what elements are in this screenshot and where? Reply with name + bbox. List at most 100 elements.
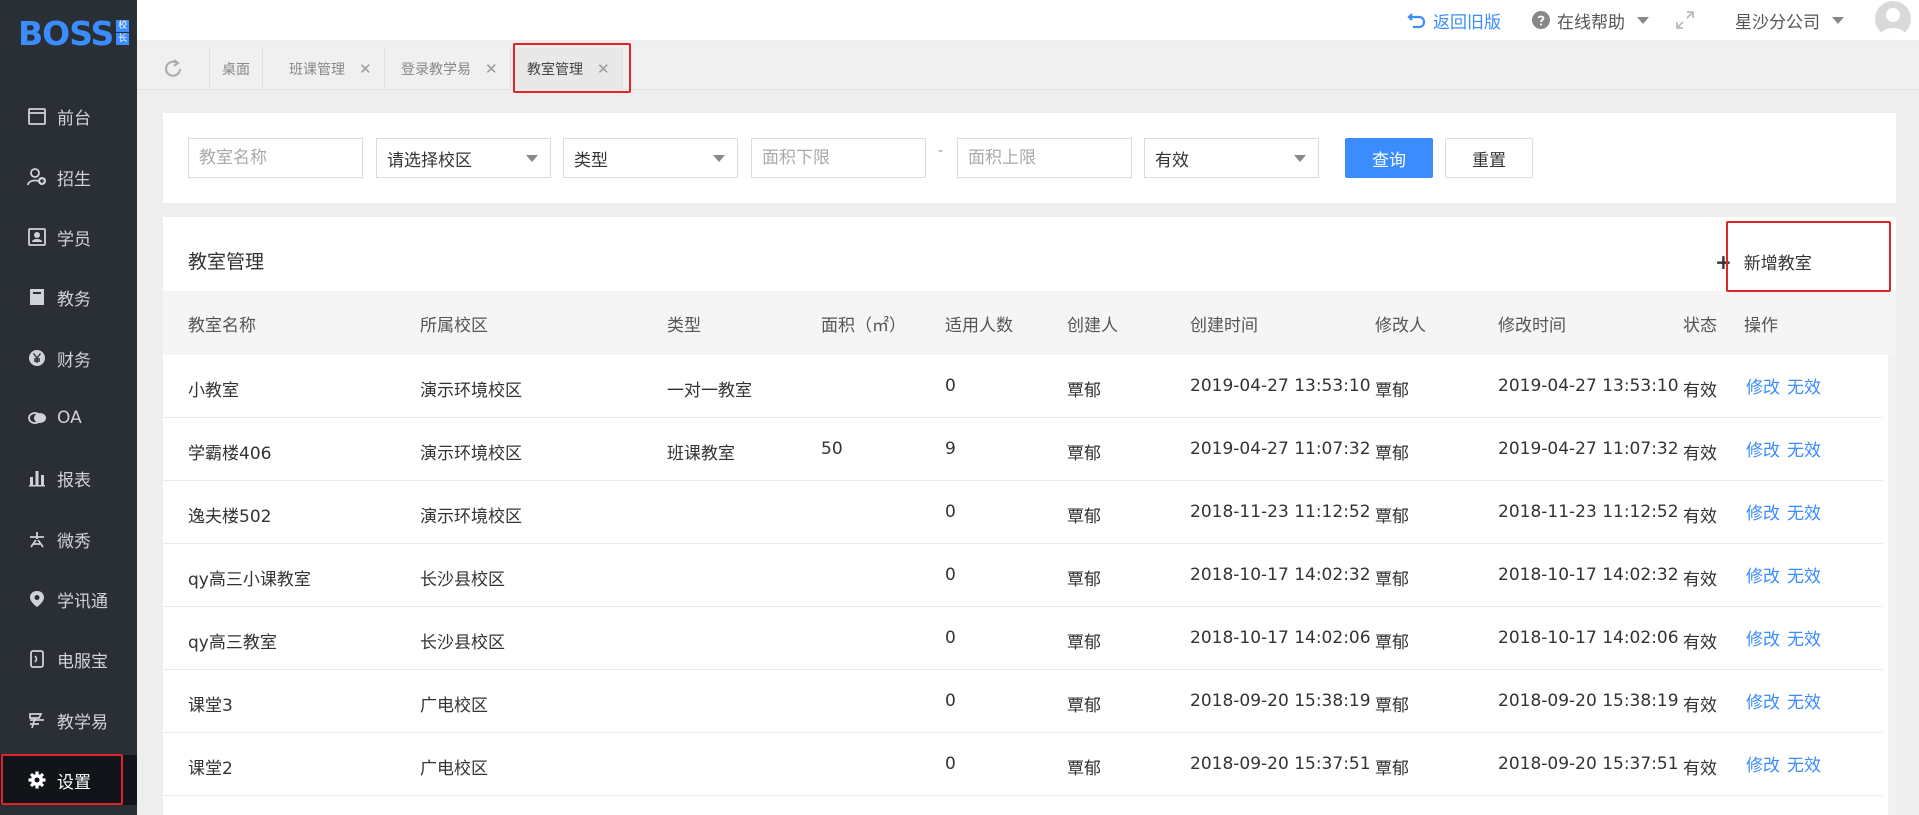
tab-bar: 桌面 班课管理 ✕ 登录教学易 ✕ 教室管理 ✕ xyxy=(137,48,1919,90)
table-cell: 0 xyxy=(945,376,956,396)
sidebar-item-finance[interactable]: 财务 xyxy=(0,333,137,383)
close-icon[interactable]: ✕ xyxy=(359,60,372,78)
column-header: 教室名称 xyxy=(188,316,256,336)
sidebar-item-front-desk[interactable]: 前台 xyxy=(0,91,137,141)
edit-link[interactable]: 修改 xyxy=(1746,688,1780,713)
sidebar-item-settings[interactable]: 设置 xyxy=(0,755,137,805)
campus-select[interactable]: 请选择校区 xyxy=(376,138,551,178)
table-cell: 0 xyxy=(945,565,956,585)
table-row: 课堂2 广电校区 0 覃郁 2018-09-20 15:37:51 覃郁 2018-09-2… xyxy=(163,733,1883,796)
sidebar-item-jiaoxueyi[interactable]: 教学易 xyxy=(0,695,137,745)
table-cell: 覃郁 xyxy=(1375,696,1409,716)
add-classroom-button[interactable]: + 新增教室 xyxy=(1715,249,1812,275)
sidebar-item-reports[interactable]: 报表 xyxy=(0,453,137,503)
type-select[interactable]: 类型 xyxy=(563,138,738,178)
add-classroom-label: 新增教室 xyxy=(1743,254,1812,274)
classroom-name-field[interactable] xyxy=(199,139,362,177)
table-cell: 逸夫楼502 xyxy=(188,507,272,527)
table-cell: 有效 xyxy=(1683,696,1717,716)
tab-label: 桌面 xyxy=(222,62,250,78)
sidebar-item-xuexuntong[interactable]: 学讯通 xyxy=(0,574,137,624)
table-cell: 小教室 xyxy=(188,381,239,401)
invalidate-link[interactable]: 无效 xyxy=(1787,499,1821,524)
sidebar-item-weixiu[interactable]: 微秀 xyxy=(0,514,137,564)
close-icon[interactable]: ✕ xyxy=(485,60,498,78)
scrollbar[interactable] xyxy=(1888,355,1896,815)
table-cell: 覃郁 xyxy=(1375,444,1409,464)
invalidate-link[interactable]: 无效 xyxy=(1787,562,1821,587)
close-icon[interactable]: ✕ xyxy=(597,60,610,78)
table-cell: 有效 xyxy=(1683,381,1717,401)
table-row: 逸夫楼502 演示环境校区 0 覃郁 2018-11-23 11:12:52 覃郁 2018… xyxy=(163,481,1883,544)
reset-button[interactable]: 重置 xyxy=(1445,138,1533,178)
table-cell: 覃郁 xyxy=(1067,507,1101,527)
area-min-field[interactable] xyxy=(762,139,925,177)
avatar[interactable] xyxy=(1875,1,1911,37)
table-cell: 2018-09-20 15:38:19 xyxy=(1498,691,1679,711)
sidebar-item-label: 电服宝 xyxy=(57,651,108,672)
help-label: 在线帮助 xyxy=(1557,12,1625,33)
edit-link[interactable]: 修改 xyxy=(1746,625,1780,650)
chevron-down-icon xyxy=(1637,16,1649,24)
invalidate-link[interactable]: 无效 xyxy=(1787,373,1821,398)
type-select-value: 类型 xyxy=(574,150,608,171)
calendar-icon xyxy=(27,106,47,126)
table-cell: 演示环境校区 xyxy=(420,381,522,401)
table-cell: 2018-11-23 11:12:52 xyxy=(1190,502,1371,522)
logo[interactable]: BOSS 校 长 xyxy=(0,0,137,66)
branch-dropdown[interactable]: 星沙分公司 xyxy=(1735,0,1844,40)
book-icon xyxy=(27,287,47,307)
table-cell: 50 xyxy=(821,439,843,459)
status-select[interactable]: 有效 xyxy=(1144,138,1319,178)
tab-desktop[interactable]: 桌面 xyxy=(210,48,263,90)
edit-link[interactable]: 修改 xyxy=(1746,751,1780,776)
area-min-input[interactable] xyxy=(751,138,926,178)
table-cell: 2018-10-17 14:02:06 xyxy=(1498,628,1679,648)
xiu-icon xyxy=(27,529,47,549)
sidebar-item-oa[interactable]: OA xyxy=(0,393,137,443)
table-cell: 有效 xyxy=(1683,507,1717,527)
invalidate-link[interactable]: 无效 xyxy=(1787,688,1821,713)
table-cell: 覃郁 xyxy=(1375,507,1409,527)
table-header: 教室名称 所属校区 类型 面积（㎡） 适用人数 创建人 创建时间 修改人 修改时… xyxy=(163,291,1896,355)
area-max-field[interactable] xyxy=(968,139,1131,177)
sidebar-item-students[interactable]: 学员 xyxy=(0,212,137,262)
sidebar-item-label: 招生 xyxy=(57,169,91,190)
online-help-dropdown[interactable]: 在线帮助 xyxy=(1531,0,1649,40)
back-to-old-version-link[interactable]: 返回旧版 xyxy=(1407,0,1501,40)
table-cell: 2018-09-20 15:38:19 xyxy=(1190,691,1371,711)
fullscreen-button[interactable] xyxy=(1674,0,1702,40)
edit-link[interactable]: 修改 xyxy=(1746,499,1780,524)
sidebar-item-academic[interactable]: 教务 xyxy=(0,272,137,322)
column-header: 类型 xyxy=(667,316,701,336)
table-cell: 覃郁 xyxy=(1375,381,1409,401)
tab-class-management[interactable]: 班课管理 ✕ xyxy=(277,48,385,90)
chat-icon xyxy=(27,408,47,428)
table-cell: 班课教室 xyxy=(667,444,735,464)
edit-link[interactable]: 修改 xyxy=(1746,436,1780,461)
tab-login-jiaoxueyi[interactable]: 登录教学易 ✕ xyxy=(389,48,511,90)
query-button[interactable]: 查询 xyxy=(1345,138,1433,178)
invalidate-link[interactable]: 无效 xyxy=(1787,751,1821,776)
classroom-name-input[interactable] xyxy=(188,138,363,178)
table-cell: 覃郁 xyxy=(1067,633,1101,653)
table-cell: 有效 xyxy=(1683,570,1717,590)
area-max-input[interactable] xyxy=(957,138,1132,178)
chevron-down-icon xyxy=(713,155,725,162)
back-label: 返回旧版 xyxy=(1433,12,1501,33)
sidebar-item-label: 教务 xyxy=(57,289,91,310)
sidebar-item-enrollment[interactable]: 招生 xyxy=(0,152,137,202)
edit-link[interactable]: 修改 xyxy=(1746,562,1780,587)
edit-link[interactable]: 修改 xyxy=(1746,373,1780,398)
sidebar-item-label: 学讯通 xyxy=(57,591,108,612)
invalidate-link[interactable]: 无效 xyxy=(1787,436,1821,461)
refresh-button[interactable] xyxy=(137,48,210,90)
table-cell: 覃郁 xyxy=(1375,570,1409,590)
sidebar: BOSS 校 长 前台 招生 学员 教务 财务 OA 报表 微秀 学讯通 电服宝… xyxy=(0,0,137,815)
refresh-icon xyxy=(165,59,181,77)
sidebar-item-label: 报表 xyxy=(57,470,91,491)
tab-classroom-management[interactable]: 教室管理 ✕ xyxy=(515,48,623,90)
invalidate-link[interactable]: 无效 xyxy=(1787,625,1821,650)
table-cell: 2018-11-23 11:12:52 xyxy=(1498,502,1679,522)
sidebar-item-dianfubao[interactable]: 电服宝 xyxy=(0,634,137,684)
